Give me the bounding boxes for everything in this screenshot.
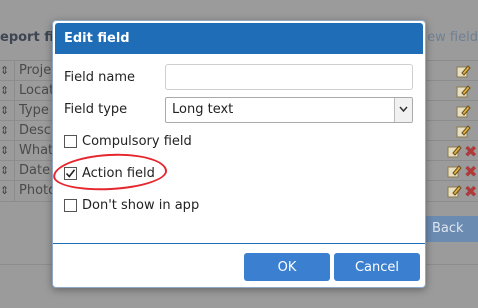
delete-icon[interactable]: ✖ (464, 182, 477, 201)
reorder-icon[interactable]: ⇕ (0, 144, 10, 157)
compulsory-checkbox[interactable] (64, 135, 77, 148)
action-label: Action field (82, 166, 155, 181)
compulsory-label: Compulsory field (82, 134, 192, 149)
field-type-label: Field type (64, 102, 128, 117)
delete-icon[interactable]: ✖ (464, 162, 477, 181)
edit-icon[interactable] (455, 123, 471, 139)
field-name-label: Field name (64, 70, 136, 85)
field-type-select[interactable]: Long text (165, 97, 413, 123)
edit-field-dialog: Edit field Field name Field type Long te… (52, 20, 426, 288)
edit-icon[interactable] (455, 83, 471, 99)
delete-icon[interactable]: ✖ (464, 142, 477, 161)
checkmark-icon (65, 169, 76, 178)
reorder-icon[interactable]: ⇕ (0, 124, 10, 137)
ok-button[interactable]: OK (244, 253, 330, 281)
field-type-value: Long text (172, 102, 234, 117)
edit-icon[interactable] (446, 183, 462, 199)
dialog-header: Edit field (55, 23, 423, 54)
edit-icon[interactable] (455, 103, 471, 119)
cancel-button[interactable]: Cancel (334, 253, 420, 281)
chevron-down-icon[interactable] (394, 98, 412, 122)
new-field-link[interactable]: ew field (427, 30, 478, 45)
reorder-icon[interactable]: ⇕ (0, 184, 10, 197)
reorder-icon[interactable]: ⇕ (0, 104, 10, 117)
edit-icon[interactable] (455, 63, 471, 79)
dont-show-label: Don't show in app (82, 198, 200, 213)
field-name-input[interactable] (165, 64, 413, 90)
edit-icon[interactable] (446, 143, 462, 159)
edit-icon[interactable] (446, 163, 462, 179)
reorder-icon[interactable]: ⇕ (0, 84, 10, 97)
back-button[interactable]: Back (420, 216, 478, 242)
dialog-title: Edit field (64, 31, 130, 46)
reorder-icon[interactable]: ⇕ (0, 64, 10, 77)
dialog-divider (53, 243, 425, 244)
action-checkbox[interactable] (64, 167, 77, 180)
dont-show-checkbox[interactable] (64, 199, 77, 212)
reorder-icon[interactable]: ⇕ (0, 164, 10, 177)
